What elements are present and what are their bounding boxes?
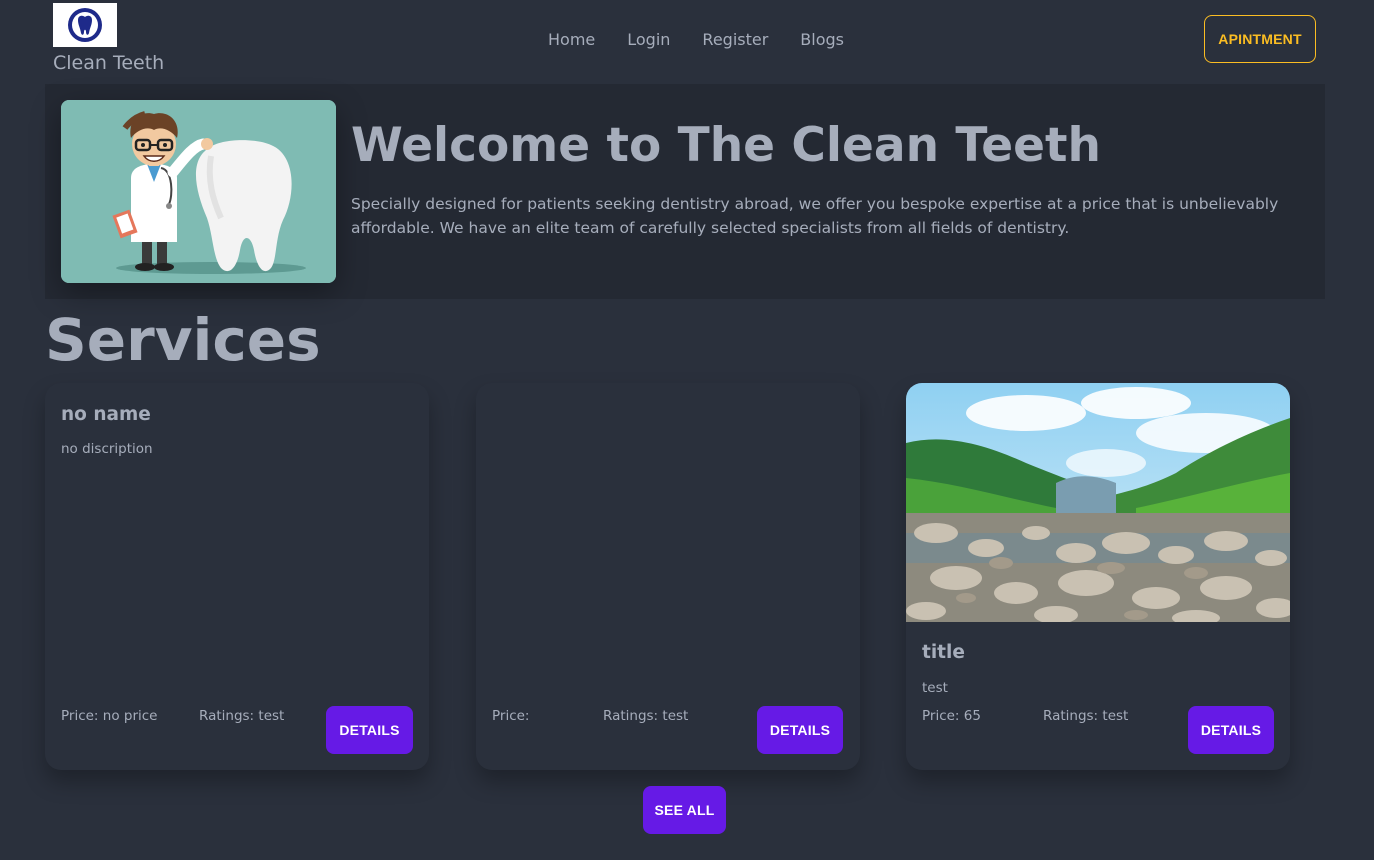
brand-name[interactable]: Clean Teeth xyxy=(53,52,164,74)
nav-blogs[interactable]: Blogs xyxy=(784,28,860,51)
card-title: title xyxy=(922,642,965,663)
card-ratings: Ratings: test xyxy=(603,708,689,724)
navbar: Clean Teeth Home Login Register Blogs AP… xyxy=(0,0,1374,84)
card-description: test xyxy=(922,680,948,696)
logo[interactable] xyxy=(53,3,117,47)
card-price: Price: xyxy=(492,708,530,724)
hero-description: Specially designed for patients seeking … xyxy=(351,195,1279,237)
hero-image xyxy=(61,100,336,283)
see-all-button[interactable]: SEE ALL xyxy=(643,786,726,834)
services-heading: Services xyxy=(45,306,321,374)
service-card: no name no discription Price: no price R… xyxy=(45,383,429,770)
card-image xyxy=(906,383,1290,622)
details-button[interactable]: DETAILS xyxy=(326,706,413,754)
nav-links: Home Login Register Blogs xyxy=(532,28,860,51)
mountain-river-photo xyxy=(906,383,1290,622)
hero-section: Welcome to The Clean Teeth Specially des… xyxy=(45,84,1325,299)
card-description: no discription xyxy=(61,441,153,457)
card-title: no name xyxy=(61,404,151,425)
dentist-illustration xyxy=(61,100,336,283)
tooth-icon xyxy=(68,8,102,42)
nav-register[interactable]: Register xyxy=(686,28,784,51)
nav-home[interactable]: Home xyxy=(532,28,611,51)
service-card: Price: Ratings: test DETAILS xyxy=(476,383,860,770)
details-button[interactable]: DETAILS xyxy=(757,706,843,754)
nav-login[interactable]: Login xyxy=(611,28,686,51)
appointment-button[interactable]: APINTMENT xyxy=(1204,15,1316,63)
card-ratings: Ratings: test xyxy=(1043,708,1129,724)
card-ratings: Ratings: test xyxy=(199,708,285,724)
details-button[interactable]: DETAILS xyxy=(1188,706,1274,754)
hero-title: Welcome to The Clean Teeth xyxy=(351,118,1101,173)
card-price: Price: no price xyxy=(61,708,158,724)
service-card: title test Price: 65 Ratings: test DETAI… xyxy=(906,383,1290,770)
card-price: Price: 65 xyxy=(922,708,981,724)
